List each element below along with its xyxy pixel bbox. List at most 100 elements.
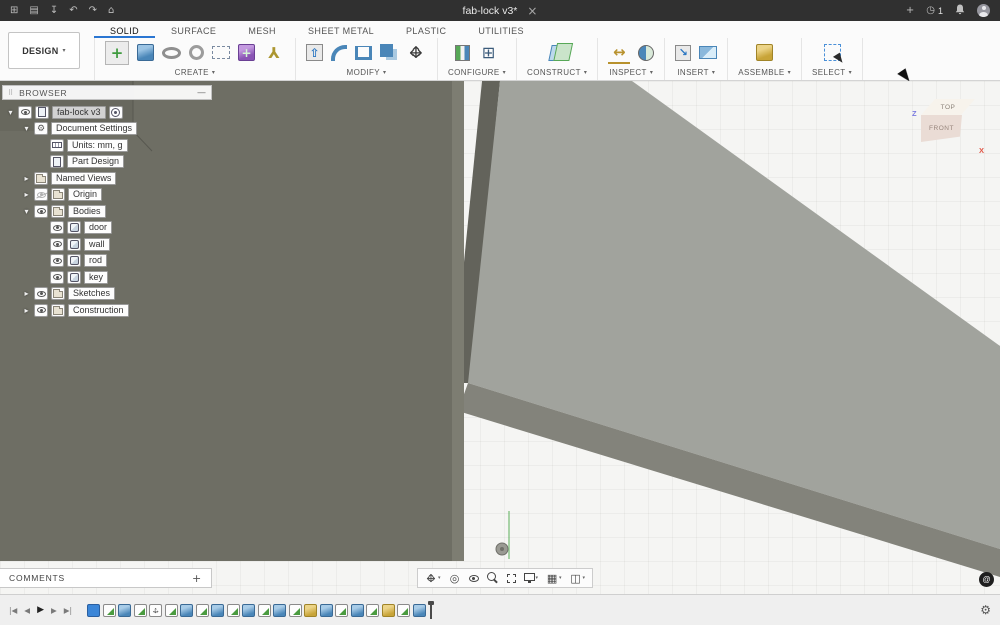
zoom-icon[interactable] [484, 569, 502, 587]
browser-item-named-views[interactable]: ▸ Named Views [2, 170, 212, 187]
display-settings-icon[interactable]: ▾ [521, 569, 542, 587]
browser-item-label[interactable]: rod [84, 254, 108, 268]
browser-item-bodies[interactable]: ▾ Bodies [2, 203, 212, 220]
pan-icon[interactable]: ▾ [422, 569, 444, 587]
browser-item-label[interactable]: fab-lock v3 [52, 105, 106, 119]
folder-icon[interactable] [51, 287, 65, 301]
group-label-construct[interactable]: CONSTRUCT ▾ [527, 66, 587, 80]
timeline-feature-extrude[interactable] [180, 603, 194, 617]
comments-bar[interactable]: COMMENTS + [0, 568, 212, 588]
visibility-eye-icon[interactable] [18, 105, 32, 119]
new-document-icon[interactable]: + [906, 5, 914, 16]
body-icon[interactable] [67, 254, 81, 268]
browser-item-origin[interactable]: ▸ Origin [2, 187, 212, 204]
visibility-eye-icon[interactable] [50, 270, 64, 284]
body-icon[interactable] [67, 270, 81, 284]
timeline-feature-sketch[interactable] [366, 603, 380, 617]
browser-item-label[interactable]: Sketches [68, 287, 116, 301]
create-form-icon[interactable]: + [238, 44, 255, 61]
browser-item-sketches[interactable]: ▸ Sketches [2, 286, 212, 303]
insert-derive-icon[interactable]: ↘ [675, 44, 692, 61]
browser-item-label[interactable]: door [84, 221, 113, 235]
construction-plane-icon[interactable] [548, 44, 566, 61]
add-comment-icon[interactable]: + [192, 572, 202, 585]
tab-surface[interactable]: SURFACE [155, 21, 232, 38]
expand-arrow-icon[interactable]: ▸ [22, 289, 31, 298]
group-label-assemble[interactable]: ASSEMBLE ▾ [738, 66, 791, 80]
document-tab[interactable]: fab-lock v3* × [463, 4, 538, 18]
folder-icon[interactable] [51, 204, 65, 218]
step-back-button[interactable]: ◀ [24, 606, 30, 615]
browser-item-construction[interactable]: ▸ Construction [2, 302, 212, 319]
pattern-icon[interactable] [212, 46, 230, 59]
assistant-icon[interactable]: @ [979, 572, 994, 587]
activate-component-radio-icon[interactable] [108, 105, 123, 119]
timeline-feature-sketch[interactable] [288, 603, 302, 617]
viewport-canvas[interactable]: Z TOP FRONT X ⠿ BROWSER — ▾ fab-lock v3 ▾ ⚙… [0, 81, 1000, 594]
data-panel-icon[interactable]: ▤ [29, 5, 38, 16]
press-pull-icon[interactable]: ⇧ [306, 44, 323, 61]
timeline-track[interactable] [87, 603, 426, 617]
expand-arrow-icon[interactable]: ▾ [6, 108, 15, 117]
group-label-modify[interactable]: MODIFY ▾ [347, 66, 387, 80]
browser-item-label[interactable]: Bodies [68, 204, 106, 218]
configure-icon[interactable] [454, 44, 470, 61]
timeline-playhead[interactable] [427, 600, 434, 619]
tab-sheet-metal[interactable]: SHEET METAL [292, 21, 390, 38]
timeline-feature-extrude[interactable] [350, 603, 364, 617]
doc-icon[interactable] [50, 155, 64, 169]
orbit-icon[interactable]: ◎ [446, 569, 464, 587]
folder-icon[interactable] [34, 171, 48, 185]
new-component-icon[interactable] [756, 44, 774, 61]
browser-item-label[interactable]: Construction [68, 303, 129, 317]
timeline-feature-sketch[interactable] [102, 603, 116, 617]
sweep-icon[interactable] [189, 45, 204, 60]
fit-icon[interactable] [504, 569, 519, 587]
visibility-eye-icon[interactable] [50, 254, 64, 268]
timeline-feature-sketch[interactable] [257, 603, 271, 617]
grid-and-snaps-icon[interactable]: ▦ ▾ [543, 569, 565, 587]
drag-grip-icon[interactable]: ⠿ [8, 89, 13, 97]
timeline-feature-sketch[interactable] [397, 603, 411, 617]
group-label-configure[interactable]: CONFIGURE ▾ [448, 66, 506, 80]
go-to-end-button[interactable]: ▶| [64, 606, 72, 615]
view-cube[interactable]: Z TOP FRONT X [912, 99, 984, 157]
browser-item-units-mm-g[interactable]: Units: mm, g [2, 137, 212, 154]
gear-icon[interactable]: ⚙ [34, 122, 48, 136]
visibility-eye-icon[interactable] [34, 287, 48, 301]
collapse-panel-icon[interactable]: — [197, 88, 206, 98]
browser-panel-header[interactable]: ⠿ BROWSER — [2, 85, 212, 100]
timeline-feature-extrude[interactable] [319, 603, 333, 617]
group-label-create[interactable]: CREATE ▾ [175, 66, 216, 80]
browser-item-document-settings[interactable]: ▾ ⚙ Document Settings [2, 121, 212, 138]
tab-plastic[interactable]: PLASTIC [390, 21, 462, 38]
timeline-settings-gear-icon[interactable]: ⚙ [980, 603, 991, 617]
browser-item-rod[interactable]: rod [2, 253, 212, 270]
visibility-eye-icon[interactable] [34, 188, 48, 202]
profile-avatar[interactable] [977, 4, 990, 17]
step-forward-button[interactable]: ▶ [51, 606, 57, 615]
move-copy-icon[interactable] [405, 42, 427, 64]
wall-edge-face[interactable] [452, 81, 464, 561]
doc-icon[interactable] [35, 105, 49, 119]
browser-item-door[interactable]: door [2, 220, 212, 237]
group-label-inspect[interactable]: INSPECT ▾ [609, 66, 653, 80]
close-document-icon[interactable]: × [527, 4, 537, 18]
measure-icon[interactable]: ↔ [608, 42, 631, 64]
units-icon[interactable] [50, 138, 64, 152]
combine-icon[interactable] [380, 44, 393, 57]
timeline-feature-sketch[interactable] [133, 603, 147, 617]
view-cube-top-face[interactable]: TOP [921, 99, 975, 115]
browser-item-fab-lock-v3[interactable]: ▾ fab-lock v3 [2, 104, 212, 121]
section-analysis-icon[interactable] [638, 44, 655, 61]
insert-canvas-icon[interactable] [699, 46, 718, 59]
group-label-select[interactable]: SELECT ▾ [812, 66, 852, 80]
visibility-eye-icon[interactable] [34, 303, 48, 317]
expand-arrow-icon[interactable]: ▾ [22, 124, 31, 133]
timeline-feature-sketch[interactable] [164, 603, 178, 617]
create-sketch-icon[interactable]: + [105, 40, 129, 65]
fillet-icon[interactable] [331, 44, 347, 61]
folder-icon[interactable] [51, 188, 65, 202]
configuration-table-icon[interactable]: ⊞ [478, 42, 500, 64]
timeline-feature-extrude[interactable] [211, 603, 225, 617]
